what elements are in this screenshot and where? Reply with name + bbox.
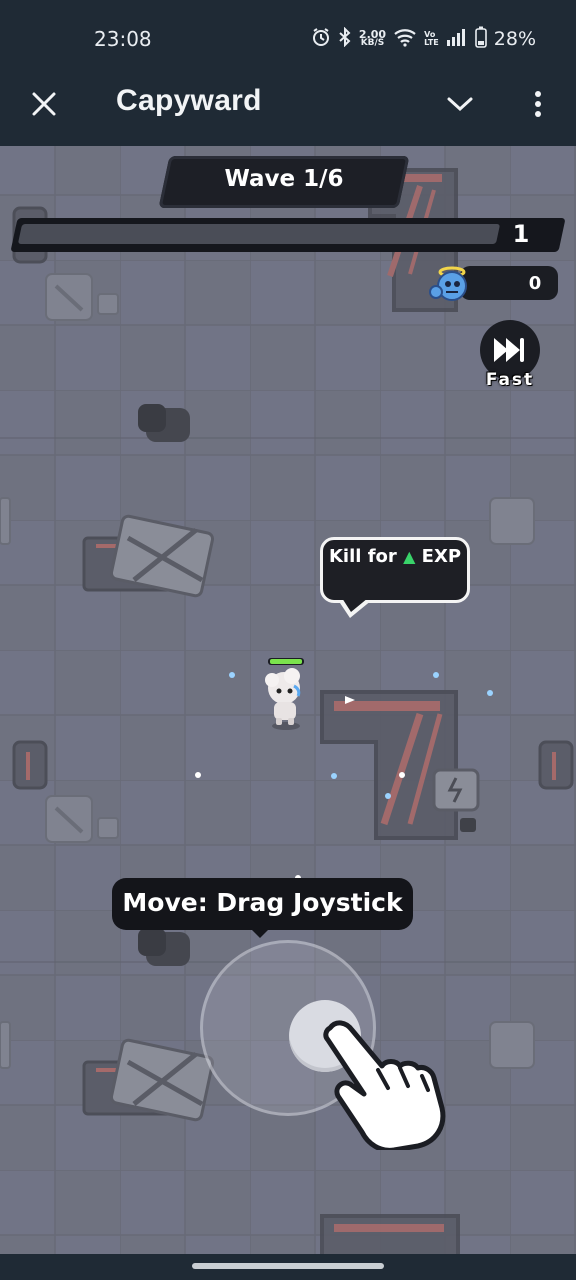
- status-icons: 2.00 KB/S Vo LTE 28%: [311, 26, 536, 52]
- wifi-icon: [393, 27, 417, 51]
- chevron-down-icon: [446, 95, 474, 117]
- wall-structure-bottom: [320, 1214, 460, 1254]
- tutorial-text: Move: Drag Joystick: [122, 888, 403, 917]
- bluetooth-icon: [338, 26, 352, 51]
- player-level: 1: [512, 220, 530, 248]
- ghost-skull-icon: [426, 258, 478, 306]
- alarm-icon: [311, 27, 331, 51]
- fast-label: Fast: [485, 370, 535, 390]
- hint-suffix: EXP: [421, 546, 462, 567]
- wave-label: Wave 1/6: [224, 166, 344, 192]
- more-options-button[interactable]: [516, 84, 560, 128]
- status-bar: 23:08 2.00 KB/S Vo LTE 28%: [0, 0, 576, 72]
- battery-icon: [474, 26, 487, 52]
- home-gesture-pill[interactable]: [192, 1263, 384, 1269]
- fast-forward-icon: [492, 336, 528, 368]
- navigation-bar: [0, 1254, 576, 1280]
- hint-bubble-tail-inner: [342, 598, 368, 612]
- tutorial-tooltip-tail: [250, 928, 270, 938]
- screen: 23:08 2.00 KB/S Vo LTE 28% Capyward Wave…: [0, 0, 576, 1280]
- game-canvas[interactable]: Wave 1/6 1 0 Fast Kill for ▲ EXP Move: D…: [0, 146, 576, 1254]
- exp-triangle-icon: ▲: [403, 547, 416, 566]
- hint-prefix: Kill for: [328, 546, 397, 567]
- network-speed-unit: KB/S: [360, 38, 385, 48]
- hint-text: Kill for ▲ EXP: [320, 546, 470, 567]
- close-icon: [31, 91, 57, 121]
- kill-count: 0: [528, 273, 542, 294]
- more-vertical-icon: [534, 90, 542, 122]
- app-title: Capyward: [116, 84, 262, 117]
- network-speed: 2.00 KB/S: [359, 29, 386, 48]
- volte-bottom: LTE: [424, 38, 439, 47]
- app-bar: Capyward: [0, 72, 576, 146]
- pointing-hand-icon: [323, 1020, 446, 1150]
- xp-bar-track: [17, 224, 501, 244]
- player-character: [265, 658, 304, 730]
- collapse-button[interactable]: [438, 84, 482, 128]
- status-time: 23:08: [94, 27, 152, 51]
- battery-percent: 28%: [493, 28, 536, 50]
- volte-indicator: Vo LTE: [424, 31, 439, 47]
- close-button[interactable]: [22, 84, 66, 128]
- signal-icon: [446, 28, 468, 50]
